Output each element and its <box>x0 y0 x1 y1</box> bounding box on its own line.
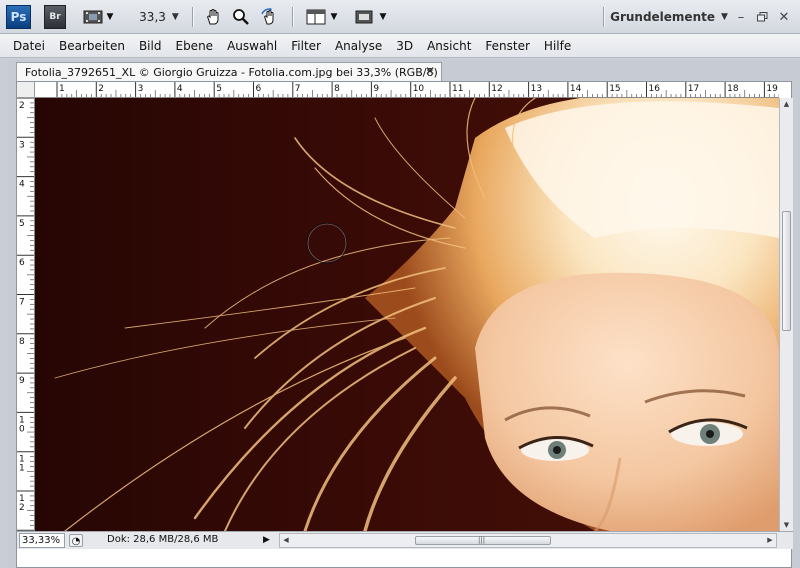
horizontal-ruler[interactable]: 1 2 3 4 5 6 7 8 9 10 11 12 13 14 15 16 17 18 19 <box>35 82 779 98</box>
ruler-label: 12 <box>491 84 502 94</box>
ruler-label: 4 <box>177 84 183 94</box>
status-bar: 33,33% ◔ Dok: 28,6 MB/28,6 MB ▶ ◀ ||| ▶ <box>17 531 793 549</box>
menu-filter[interactable]: Filter <box>284 39 328 53</box>
menu-analyse[interactable]: Analyse <box>328 39 389 53</box>
menu-auswahl[interactable]: Auswahl <box>220 39 284 53</box>
workspace-label: Grundelemente <box>610 10 715 24</box>
ruler-label: 2 <box>98 84 104 94</box>
chevron-down-icon[interactable]: ▼ <box>328 5 340 29</box>
ruler-label: 3 <box>19 140 25 150</box>
ruler-label: 3 <box>138 84 144 94</box>
minimize-icon[interactable]: – <box>733 5 749 29</box>
zoom-level-field[interactable]: 33,3 ▼ <box>133 5 185 29</box>
film-strip-icon[interactable] <box>82 5 104 29</box>
menu-ebene[interactable]: Ebene <box>168 39 220 53</box>
ruler-label: 9 <box>19 376 25 386</box>
close-icon[interactable]: ✕ <box>425 64 435 78</box>
image-canvas[interactable] <box>35 98 779 531</box>
document-tab[interactable]: Fotolia_3792651_XL © Giorgio Gruizza - F… <box>16 62 442 82</box>
zoom-icon[interactable] <box>230 5 252 29</box>
ruler-label: 5 <box>216 84 222 94</box>
arrange-documents-icon[interactable] <box>305 5 327 29</box>
menu-hilfe[interactable]: Hilfe <box>537 39 578 53</box>
ruler-label: 4 <box>19 180 25 190</box>
ruler-label: 10 <box>413 84 425 94</box>
vertical-ruler[interactable]: 2345678910111213 <box>17 98 35 531</box>
ruler-label: 16 <box>649 84 661 94</box>
ruler-label: 15 <box>609 84 620 94</box>
scroll-up-icon[interactable]: ▲ <box>780 98 793 110</box>
ruler-label: 5 <box>19 219 25 229</box>
chevron-down-icon[interactable]: ▼ <box>377 5 389 29</box>
document-window: 1 2 3 4 5 6 7 8 9 10 11 12 13 14 15 16 17 18 19 2345678910… <box>16 81 793 568</box>
document-area: Fotolia_3792651_XL © Giorgio Gruizza - F… <box>8 60 800 568</box>
ruler-label: 7 <box>295 84 301 94</box>
vertical-scrollbar[interactable]: ▲ ▼ <box>779 98 793 531</box>
chevron-down-icon: ▼ <box>721 12 728 22</box>
scroll-grip-icon: ||| <box>478 536 486 544</box>
menu-bearbeiten[interactable]: Bearbeiten <box>52 39 132 53</box>
scroll-right-icon[interactable]: ▶ <box>764 534 776 547</box>
ruler-label: 13 <box>531 84 542 94</box>
ruler-label: 1 <box>59 84 65 94</box>
ruler-origin[interactable] <box>17 82 35 98</box>
menu-3d[interactable]: 3D <box>389 39 420 53</box>
ruler-label: 6 <box>256 84 262 94</box>
workspace-switcher[interactable]: Grundelemente ▼ <box>610 5 728 29</box>
menu-bild[interactable]: Bild <box>132 39 169 53</box>
application-bar: Ps Br ▼ 33,3 ▼ ▼ ▼ Grundelemente ▼ – ✕ <box>0 0 800 34</box>
photo-image <box>35 98 779 531</box>
photoshop-logo[interactable]: Ps <box>6 5 31 29</box>
status-icon[interactable]: ◔ <box>69 534 83 547</box>
ruler-label: 18 <box>727 84 739 94</box>
horizontal-scrollbar[interactable]: ◀ ||| ▶ <box>279 533 777 548</box>
chevron-down-icon[interactable]: ▼ <box>104 5 116 29</box>
document-title: Fotolia_3792651_XL © Giorgio Gruizza - F… <box>25 66 438 79</box>
close-icon[interactable]: ✕ <box>776 5 792 29</box>
zoom-status-field[interactable]: 33,33% <box>19 533 65 548</box>
menu-ansicht[interactable]: Ansicht <box>420 39 478 53</box>
ruler-label: 6 <box>19 258 25 268</box>
status-menu-arrow-icon[interactable]: ▶ <box>263 535 270 545</box>
scroll-down-icon[interactable]: ▼ <box>780 519 793 531</box>
vertical-scroll-thumb[interactable] <box>782 211 791 331</box>
ruler-label: 8 <box>19 337 25 347</box>
ruler-label: 9 <box>373 84 379 94</box>
ruler-label: 1 <box>19 464 25 474</box>
document-size-info: Dok: 28,6 MB/28,6 MB <box>107 534 219 545</box>
ruler-label: 11 <box>452 84 463 94</box>
ruler-label: 2 <box>19 101 25 111</box>
menu-bar: Datei Bearbeiten Bild Ebene Auswahl Filt… <box>0 34 800 58</box>
bridge-launch-button[interactable]: Br <box>44 5 66 29</box>
ruler-label: 0 <box>19 424 25 434</box>
restore-icon[interactable] <box>754 5 770 29</box>
menu-datei[interactable]: Datei <box>6 39 52 53</box>
screen-mode-icon[interactable] <box>353 5 375 29</box>
ruler-label: 14 <box>570 84 582 94</box>
rotate-view-icon[interactable] <box>259 5 281 29</box>
ruler-label: 7 <box>19 298 25 308</box>
ruler-label: 8 <box>334 84 340 94</box>
chevron-down-icon: ▼ <box>171 12 179 22</box>
ruler-label: 17 <box>688 84 699 94</box>
scroll-left-icon[interactable]: ◀ <box>280 534 292 547</box>
ruler-label: 19 <box>766 84 778 94</box>
hand-icon[interactable] <box>203 5 225 29</box>
menu-fenster[interactable]: Fenster <box>478 39 537 53</box>
horizontal-scroll-thumb[interactable]: ||| <box>415 536 551 545</box>
zoom-level-value: 33,3 <box>139 10 166 24</box>
ruler-label: 2 <box>19 503 25 513</box>
